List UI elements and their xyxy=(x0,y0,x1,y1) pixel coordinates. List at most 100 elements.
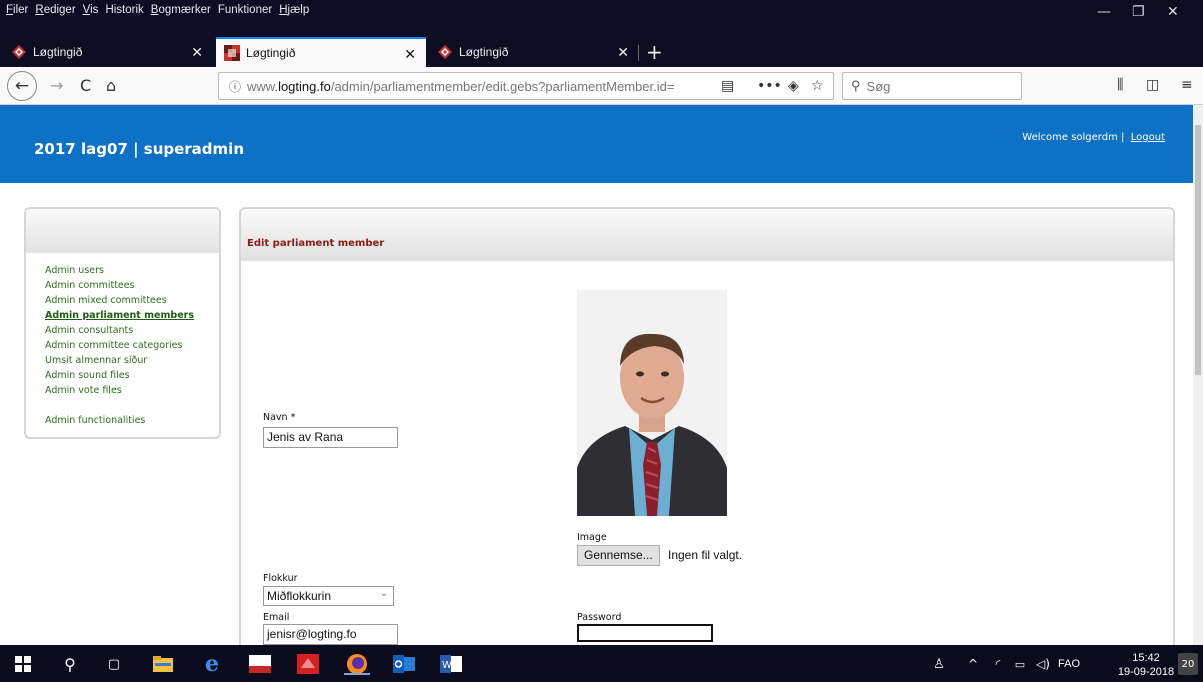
info-app-icon[interactable] xyxy=(248,653,272,675)
task-view-icon[interactable]: ▢ xyxy=(104,653,124,675)
page-actions-icon[interactable]: ••• xyxy=(757,78,782,94)
nav-admin-functionalities[interactable]: Admin functionalities xyxy=(45,413,219,428)
tab-title: Løgtingið xyxy=(33,45,83,59)
clock-time: 15:42 xyxy=(1132,652,1160,664)
welcome-text: Welcome solgerdm | Logout xyxy=(1022,132,1165,143)
site-header: 2017 lag07 | superadmin Welcome solgerdm… xyxy=(0,105,1193,183)
nav-admin-mixed-committees[interactable]: Admin mixed committees xyxy=(45,293,219,308)
word-icon[interactable]: W xyxy=(439,653,463,675)
menu-bookmarks[interactable]: Bogmærker xyxy=(151,0,211,20)
search-icon[interactable]: ⚲ xyxy=(60,653,80,675)
wifi-icon[interactable]: ◜ xyxy=(990,653,1006,675)
menu-view[interactable]: Vis xyxy=(83,0,99,20)
reader-view-icon[interactable]: ▤ xyxy=(721,78,734,94)
bookmark-star-icon[interactable]: ☆ xyxy=(811,78,824,94)
library-icon[interactable]: ⫼ xyxy=(1117,77,1123,93)
svg-text:W: W xyxy=(442,660,452,671)
tray-expand-icon[interactable]: ^ xyxy=(966,653,980,675)
window-titlebar: Filer Rediger Vis Historik Bogmærker Fun… xyxy=(0,0,1203,37)
panel-title: Edit parliament member xyxy=(247,238,385,249)
url-text[interactable]: www.logting.fo/admin/parliamentmember/ed… xyxy=(247,79,727,94)
windows-taskbar: ⚲ ▢ e W ♙ ^ ◜ ▭ ◁) FAO 15:42 19-09-2018 … xyxy=(0,645,1203,682)
battery-icon[interactable]: ▭ xyxy=(1012,653,1028,675)
file-status: Ingen fil valgt. xyxy=(668,548,743,562)
site-info-icon[interactable]: ⓘ xyxy=(223,78,247,95)
logting-favicon-icon xyxy=(11,44,27,60)
member-photo xyxy=(577,290,727,516)
name-label: Navn * xyxy=(263,412,296,423)
antivirus-icon[interactable] xyxy=(296,653,320,675)
volume-icon[interactable]: ◁) xyxy=(1034,653,1052,675)
tab-separator xyxy=(638,45,639,61)
minimize-icon[interactable]: — xyxy=(1097,4,1111,20)
clock-date: 19-09-2018 xyxy=(1117,666,1175,678)
logting-favicon-icon xyxy=(437,44,453,60)
logting-favicon-icon xyxy=(224,45,240,61)
back-arrow-icon[interactable]: ← xyxy=(7,71,37,101)
page-viewport: 2017 lag07 | superadmin Welcome solgerdm… xyxy=(0,105,1193,645)
sidebar-toggle-icon[interactable]: ◫ xyxy=(1146,77,1159,93)
tab-3[interactable]: Løgtingið ✕ xyxy=(429,37,639,67)
hamburger-menu-icon[interactable]: ≡ xyxy=(1181,77,1193,93)
logout-link[interactable]: Logout xyxy=(1131,132,1165,143)
system-clock[interactable]: 15:42 19-09-2018 xyxy=(1116,651,1176,679)
reload-icon[interactable]: C xyxy=(80,76,91,95)
close-window-icon[interactable]: ✕ xyxy=(1167,4,1179,20)
sidebar-header xyxy=(26,209,219,253)
file-explorer-icon[interactable] xyxy=(152,653,174,675)
nav-admin-committee-categories[interactable]: Admin committee categories xyxy=(45,338,219,353)
restore-icon[interactable]: ❐ xyxy=(1132,4,1145,20)
nav-admin-parliament-members[interactable]: Admin parliament members xyxy=(45,308,219,323)
email-input[interactable]: jenisr@logting.fo xyxy=(263,624,398,645)
scrollbar-thumb[interactable] xyxy=(1195,125,1201,375)
people-icon[interactable]: ♙ xyxy=(930,653,948,675)
tab-2[interactable]: Løgtingið ✕ xyxy=(216,37,426,67)
edge-browser-icon[interactable]: e xyxy=(201,651,223,677)
menu-help[interactable]: Hjælp xyxy=(279,0,309,20)
browse-file-button[interactable]: Gennemse... xyxy=(577,545,660,566)
party-select[interactable]: Miðflokkurin ⌄ xyxy=(263,586,394,606)
tab-1[interactable]: Løgtingið ✕ xyxy=(3,37,213,67)
nav-admin-committees[interactable]: Admin committees xyxy=(45,278,219,293)
email-label: Email xyxy=(263,612,290,623)
close-tab-icon[interactable]: ✕ xyxy=(191,44,203,61)
menu-history[interactable]: Historik xyxy=(105,0,143,20)
menu-file[interactable]: Filer xyxy=(6,0,28,20)
close-tab-icon[interactable]: ✕ xyxy=(617,44,629,61)
url-bar[interactable]: ⓘ www.logting.fo/admin/parliamentmember/… xyxy=(218,72,834,100)
firefox-icon[interactable] xyxy=(344,653,370,675)
windows-start-icon[interactable] xyxy=(14,653,32,675)
nav-general-pages[interactable]: Umsit almennar síður xyxy=(45,353,219,368)
search-bar[interactable]: ⚲ Søg xyxy=(842,72,1022,100)
chevron-down-icon: ⌄ xyxy=(379,588,388,599)
tab-strip: Løgtingið ✕ Løgtingið ✕ Løgtingið ✕ xyxy=(0,37,1203,67)
menu-tools[interactable]: Funktioner xyxy=(218,0,272,20)
nav-admin-consultants[interactable]: Admin consultants xyxy=(45,323,219,338)
tab-title: Løgtingið xyxy=(459,45,509,59)
notification-center-icon[interactable]: 20 xyxy=(1178,653,1198,675)
new-tab-icon[interactable]: + xyxy=(646,40,663,64)
search-placeholder: Søg xyxy=(866,78,891,94)
home-icon[interactable]: ⌂ xyxy=(106,76,116,95)
active-app-indicator xyxy=(344,673,370,675)
party-label: Flokkur xyxy=(263,573,298,584)
pocket-icon[interactable]: ◈ xyxy=(788,78,799,94)
search-icon: ⚲ xyxy=(851,78,861,93)
navigation-bar: ← → C ⌂ ⓘ www.logting.fo/admin/parliamen… xyxy=(0,67,1203,105)
nav-admin-users[interactable]: Admin users xyxy=(45,263,219,278)
outlook-icon[interactable] xyxy=(392,653,416,675)
menu-bar: Filer Rediger Vis Historik Bogmærker Fun… xyxy=(0,0,309,20)
page-scrollbar[interactable] xyxy=(1193,105,1203,645)
forward-arrow-icon[interactable]: → xyxy=(50,76,63,95)
close-tab-icon[interactable]: ✕ xyxy=(404,46,416,63)
nav-admin-sound-files[interactable]: Admin sound files xyxy=(45,368,219,383)
party-select-value: Miðflokkurin xyxy=(267,589,332,603)
name-input[interactable]: Jenis av Rana xyxy=(263,427,398,448)
nav-admin-vote-files[interactable]: Admin vote files xyxy=(45,383,219,398)
input-language[interactable]: FAO xyxy=(1058,658,1080,670)
site-title: 2017 lag07 | superadmin xyxy=(34,140,244,158)
member-portrait-image xyxy=(577,290,727,516)
password-label: Password xyxy=(577,612,622,623)
menu-edit[interactable]: Rediger xyxy=(35,0,75,20)
password-input[interactable] xyxy=(577,624,713,642)
